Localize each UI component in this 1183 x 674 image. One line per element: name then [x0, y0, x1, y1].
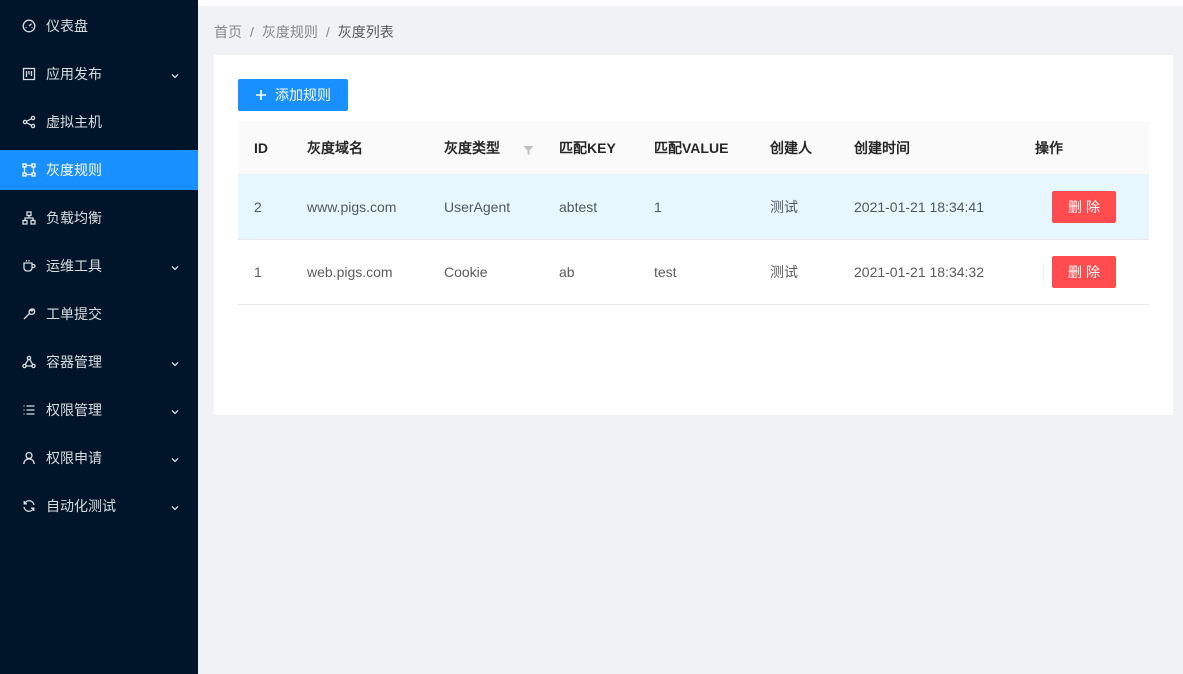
- sidebar-item-label: 容器管理: [46, 354, 102, 370]
- top-header-bar: [198, 0, 1183, 6]
- cell-value: 1: [654, 199, 662, 215]
- breadcrumb: 首页 / 灰度规则 / 灰度列表: [214, 22, 394, 42]
- cell-created-time: 2021-01-21 18:34:41: [854, 199, 984, 215]
- table-row: 1 web.pigs.com Cookie ab test 测试 2021-01…: [238, 240, 1149, 305]
- cell-value: test: [654, 264, 677, 280]
- sidebar-item-label: 权限管理: [46, 402, 102, 418]
- plus-icon: [255, 89, 267, 101]
- cell-created-time: 2021-01-21 18:34:32: [854, 264, 984, 280]
- add-rule-button[interactable]: 添加规则: [238, 79, 348, 111]
- cell-creator: 测试: [770, 264, 798, 280]
- add-rule-label: 添加规则: [275, 87, 331, 103]
- breadcrumb-home[interactable]: 首页: [214, 22, 242, 42]
- chevron-down-icon: [170, 356, 180, 367]
- cell-creator: 测试: [770, 199, 798, 215]
- wrench-icon: [22, 307, 36, 321]
- chevron-down-icon: [170, 500, 180, 511]
- gray-rules-table: ID 灰度域名 灰度类型 匹配KEY 匹配VALUE 创建人 创建时间 操作 2…: [238, 121, 1149, 305]
- breadcrumb-separator: /: [250, 24, 254, 40]
- cell-id: 2: [254, 199, 262, 215]
- deployment-icon: [22, 355, 36, 369]
- cell-type: UserAgent: [444, 199, 511, 215]
- list-icon: [22, 403, 36, 417]
- sidebar-item-label: 虚拟主机: [46, 114, 102, 130]
- cell-type: Cookie: [444, 264, 488, 280]
- breadcrumb-separator: /: [325, 24, 330, 40]
- table-header: ID 灰度域名 灰度类型 匹配KEY 匹配VALUE 创建人 创建时间 操作: [238, 121, 1149, 175]
- column-header-id: ID: [254, 139, 268, 156]
- delete-button[interactable]: 删除: [1052, 256, 1116, 288]
- breadcrumb-current: 灰度列表: [337, 24, 394, 40]
- table-row: 2 www.pigs.com UserAgent abtest 1 测试 202…: [238, 175, 1149, 240]
- filter-icon[interactable]: [523, 143, 534, 155]
- cell-key: abtest: [559, 199, 598, 215]
- column-header-created-time: 创建时间: [854, 139, 910, 156]
- chevron-down-icon: [170, 452, 180, 463]
- cell-domain: web.pigs.com: [307, 264, 393, 280]
- cell-id: 1: [254, 264, 262, 280]
- sidebar-item-container[interactable]: 容器管理: [0, 342, 198, 382]
- sidebar-item-virtual-host[interactable]: 虚拟主机: [0, 102, 198, 142]
- column-header-actions: 操作: [1035, 139, 1063, 156]
- sidebar-item-label: 负载均衡: [46, 210, 102, 226]
- content-card: 添加规则 ID 灰度域名 灰度类型 匹配KEY 匹配VALUE 创建人 创建时间…: [214, 55, 1173, 415]
- sidebar-item-app-release[interactable]: 应用发布: [0, 54, 198, 94]
- action-divider: [1043, 199, 1044, 217]
- dashboard-icon: [22, 19, 36, 33]
- sidebar-item-label: 工单提交: [46, 306, 102, 322]
- sidebar-item-label: 仪表盘: [46, 18, 88, 34]
- column-header-domain: 灰度域名: [307, 139, 363, 156]
- column-header-creator: 创建人: [770, 139, 812, 156]
- breadcrumb-gray-rules[interactable]: 灰度规则: [262, 22, 318, 42]
- column-header-type: 灰度类型: [444, 139, 500, 156]
- delete-button[interactable]: 删除: [1052, 191, 1116, 223]
- sidebar-item-label: 应用发布: [46, 66, 102, 82]
- column-header-key: 匹配KEY: [559, 139, 616, 156]
- sidebar-item-load-balance[interactable]: 负载均衡: [0, 198, 198, 238]
- node-frame-icon: [22, 163, 36, 177]
- cell-domain: www.pigs.com: [307, 199, 397, 215]
- chevron-down-icon: [170, 260, 180, 271]
- user-icon: [22, 451, 36, 465]
- sidebar-item-gray-rules[interactable]: 灰度规则: [0, 150, 198, 190]
- sidebar-item-label: 权限申请: [46, 450, 102, 466]
- sidebar-item-permission-manage[interactable]: 权限管理: [0, 390, 198, 430]
- sidebar-item-ops-tools[interactable]: 运维工具: [0, 246, 198, 286]
- sync-icon: [22, 499, 36, 513]
- sidebar-item-label: 灰度规则: [46, 162, 102, 178]
- sidebar-item-permission-apply[interactable]: 权限申请: [0, 438, 198, 478]
- chevron-down-icon: [170, 68, 180, 79]
- coffee-cup-icon: [22, 259, 36, 273]
- sidebar: 仪表盘 应用发布 虚拟主机 灰度规则 负载均衡 运维工具 工单提交 容器管理 权…: [0, 0, 198, 674]
- share-nodes-icon: [22, 115, 36, 129]
- column-header-value: 匹配VALUE: [654, 139, 729, 156]
- sidebar-item-auto-test[interactable]: 自动化测试: [0, 486, 198, 526]
- cell-key: ab: [559, 264, 575, 280]
- sidebar-item-label: 运维工具: [46, 258, 102, 274]
- project-icon: [22, 67, 36, 81]
- sidebar-item-label: 自动化测试: [46, 498, 116, 514]
- cluster-icon: [22, 211, 36, 225]
- action-divider: [1043, 264, 1044, 282]
- chevron-down-icon: [170, 404, 180, 415]
- sidebar-item-work-order[interactable]: 工单提交: [0, 294, 198, 334]
- sidebar-item-dashboard[interactable]: 仪表盘: [0, 6, 198, 46]
